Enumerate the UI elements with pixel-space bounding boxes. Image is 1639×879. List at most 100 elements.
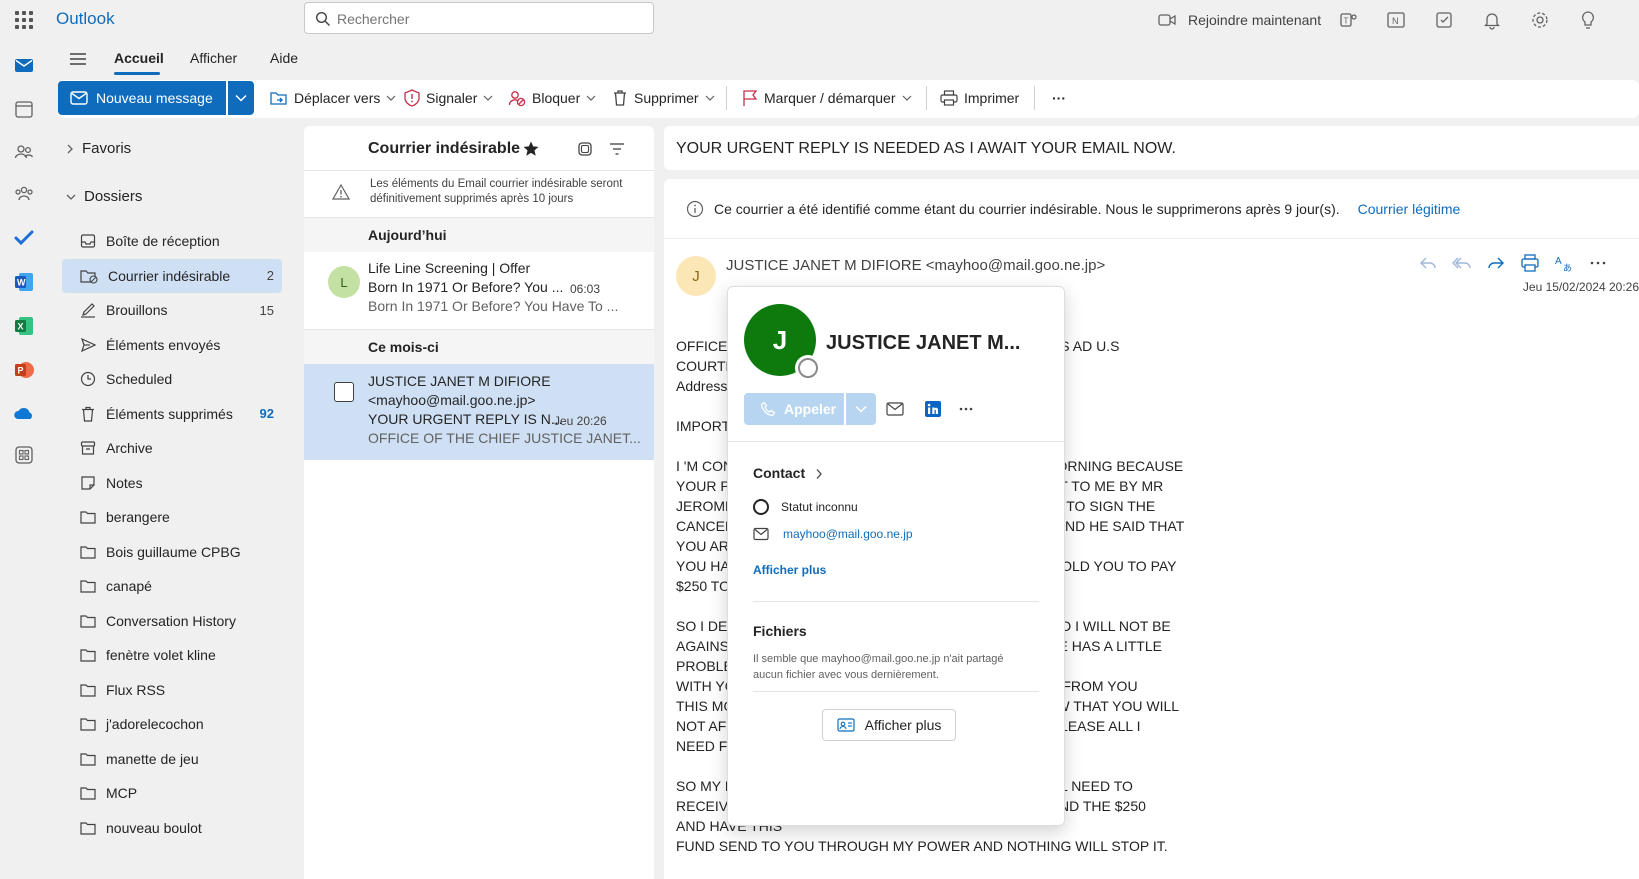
flag-button[interactable]: Marquer / démarquer <box>742 86 912 110</box>
folder-item[interactable]: manette de jeu <box>62 742 282 776</box>
tab-aide[interactable]: Aide <box>270 50 298 66</box>
translate-icon[interactable]: Aあ <box>1554 253 1574 273</box>
folder-item[interactable]: MCP <box>62 776 282 810</box>
trash-icon <box>612 89 628 107</box>
people-icon[interactable] <box>12 140 36 164</box>
new-message-button[interactable]: Nouveau message <box>58 81 226 115</box>
report-button[interactable]: Signaler <box>404 86 493 110</box>
mail-icon <box>753 527 769 541</box>
folder-item[interactable]: Bois guillaume CPBG <box>62 535 282 569</box>
forward-icon[interactable] <box>1486 253 1506 273</box>
groups-icon[interactable] <box>12 182 36 206</box>
favorites-header[interactable]: Favoris <box>66 140 131 157</box>
show-more-link[interactable]: Afficher plus <box>753 563 826 577</box>
new-message-label: Nouveau message <box>96 90 213 106</box>
folder-item[interactable]: Conversation History <box>62 604 282 638</box>
filter-icon[interactable] <box>608 140 626 158</box>
onenote-icon[interactable]: N <box>1384 8 1408 32</box>
avatar: L <box>328 266 360 298</box>
folder-item[interactable]: Archive <box>62 431 282 465</box>
bell-icon[interactable] <box>1480 8 1504 32</box>
mail-checkbox[interactable] <box>334 382 354 402</box>
tab-afficher[interactable]: Afficher <box>190 50 237 66</box>
tab-accueil[interactable]: Accueil <box>114 50 164 66</box>
contact-email-link[interactable]: mayhoo@mail.goo.ne.jp <box>783 527 913 541</box>
section-header-this-month[interactable]: Ce mois-ci <box>304 330 654 364</box>
message-list: Courrier indésirable Les éléments du Ema… <box>304 126 654 879</box>
warning-icon <box>332 184 350 200</box>
more-actions-icon[interactable] <box>1588 253 1608 273</box>
lightbulb-icon[interactable] <box>1576 8 1600 32</box>
search-input[interactable] <box>337 9 637 29</box>
star-favorite-icon[interactable] <box>522 140 540 158</box>
reply-all-icon[interactable] <box>1452 253 1472 273</box>
settings-gear-icon[interactable] <box>1528 8 1552 32</box>
folder-item[interactable]: Brouillons 15 <box>62 293 282 327</box>
call-dropdown[interactable] <box>846 393 876 425</box>
app-title[interactable]: Outlook <box>56 9 115 29</box>
join-meeting-button[interactable]: Rejoindre maintenant <box>1158 8 1321 32</box>
folder-item[interactable]: Boîte de réception <box>62 224 282 258</box>
linkedin-icon[interactable] <box>924 400 942 418</box>
mail-icon[interactable] <box>12 53 36 77</box>
todo-note-icon[interactable] <box>1432 8 1456 32</box>
folder-icon <box>80 717 96 731</box>
contact-section-link[interactable]: Contact <box>753 465 823 481</box>
new-message-dropdown[interactable] <box>228 81 254 115</box>
folders-header[interactable]: Dossiers <box>66 188 142 205</box>
delete-button[interactable]: Supprimer <box>612 86 715 110</box>
mail-item[interactable]: L Life Line Screening | Offer Born In 19… <box>304 252 654 330</box>
folder-label: Courrier indésirable <box>108 267 231 284</box>
folder-item[interactable]: Éléments envoyés <box>62 328 282 362</box>
not-junk-link[interactable]: Courrier légitime <box>1358 201 1461 217</box>
folder-item[interactable]: canapé <box>62 569 282 603</box>
move-to-button[interactable]: Déplacer vers <box>270 86 396 110</box>
folder-label: Boîte de réception <box>106 233 220 249</box>
folder-item[interactable]: berangere <box>62 500 282 534</box>
todo-check-icon[interactable] <box>12 226 36 250</box>
email-icon[interactable] <box>886 401 904 417</box>
show-more-button[interactable]: Afficher plus <box>822 709 956 741</box>
sender-name[interactable]: JUSTICE JANET M DIFIORE <mayhoo@mail.goo… <box>726 257 1105 274</box>
more-apps-icon[interactable] <box>12 443 36 467</box>
sender-avatar[interactable]: J <box>676 256 716 296</box>
folder-label: Conversation History <box>106 612 236 629</box>
mail-subject: Born In 1971 Or Before? You ... <box>368 279 564 295</box>
select-mode-icon[interactable] <box>576 140 594 158</box>
folder-icon <box>80 821 96 835</box>
folder-item[interactable]: Courrier indésirable 2 <box>62 258 282 293</box>
folder-item[interactable]: Éléments supprimés 92 <box>62 397 282 431</box>
powerpoint-icon[interactable]: P <box>12 358 36 382</box>
folder-label: Brouillons <box>106 302 168 318</box>
send-icon <box>80 337 96 353</box>
delete-label: Supprimer <box>634 90 699 106</box>
mail-item-selected[interactable]: JUSTICE JANET M DIFIORE <mayhoo@mail.goo… <box>304 364 654 460</box>
mail-preview: OFFICE OF THE CHIEF JUSTICE JANET... <box>368 430 641 446</box>
folder-item[interactable]: Flux RSS <box>62 673 282 707</box>
section-header-today[interactable]: Aujourd’hui <box>304 218 654 252</box>
folder-item[interactable]: fenètre volet kline <box>62 638 282 672</box>
more-options-button[interactable]: ··· <box>1052 86 1066 110</box>
call-button[interactable]: Appeler <box>744 393 844 425</box>
onedrive-icon[interactable] <box>12 402 36 426</box>
hamburger-menu-icon[interactable] <box>68 50 88 68</box>
mail-sender: JUSTICE JANET M DIFIORE <box>368 373 551 389</box>
excel-icon[interactable]: X <box>12 314 36 338</box>
folder-move-icon <box>270 90 288 106</box>
more-options-icon[interactable] <box>958 406 974 412</box>
print-button[interactable]: Imprimer <box>940 86 1019 110</box>
search-box[interactable] <box>304 2 654 34</box>
folder-item[interactable]: j'adorelecochon <box>62 707 282 741</box>
folder-item[interactable]: Notes <box>62 466 282 500</box>
contact-email-row[interactable]: mayhoo@mail.goo.ne.jp <box>753 527 913 541</box>
app-launcher-icon[interactable] <box>12 8 36 32</box>
junk-banner-text: Ce courrier a été identifié comme étant … <box>714 200 1340 217</box>
folder-item[interactable]: Scheduled <box>62 362 282 396</box>
teams-icon[interactable]: T <box>1336 8 1360 32</box>
reply-icon[interactable] <box>1418 253 1438 273</box>
calendar-icon[interactable] <box>12 97 36 121</box>
printer-icon[interactable] <box>1520 253 1540 273</box>
word-icon[interactable]: W <box>12 270 36 294</box>
folder-item[interactable]: nouveau boulot <box>62 811 282 845</box>
block-button[interactable]: Bloquer <box>508 86 596 110</box>
